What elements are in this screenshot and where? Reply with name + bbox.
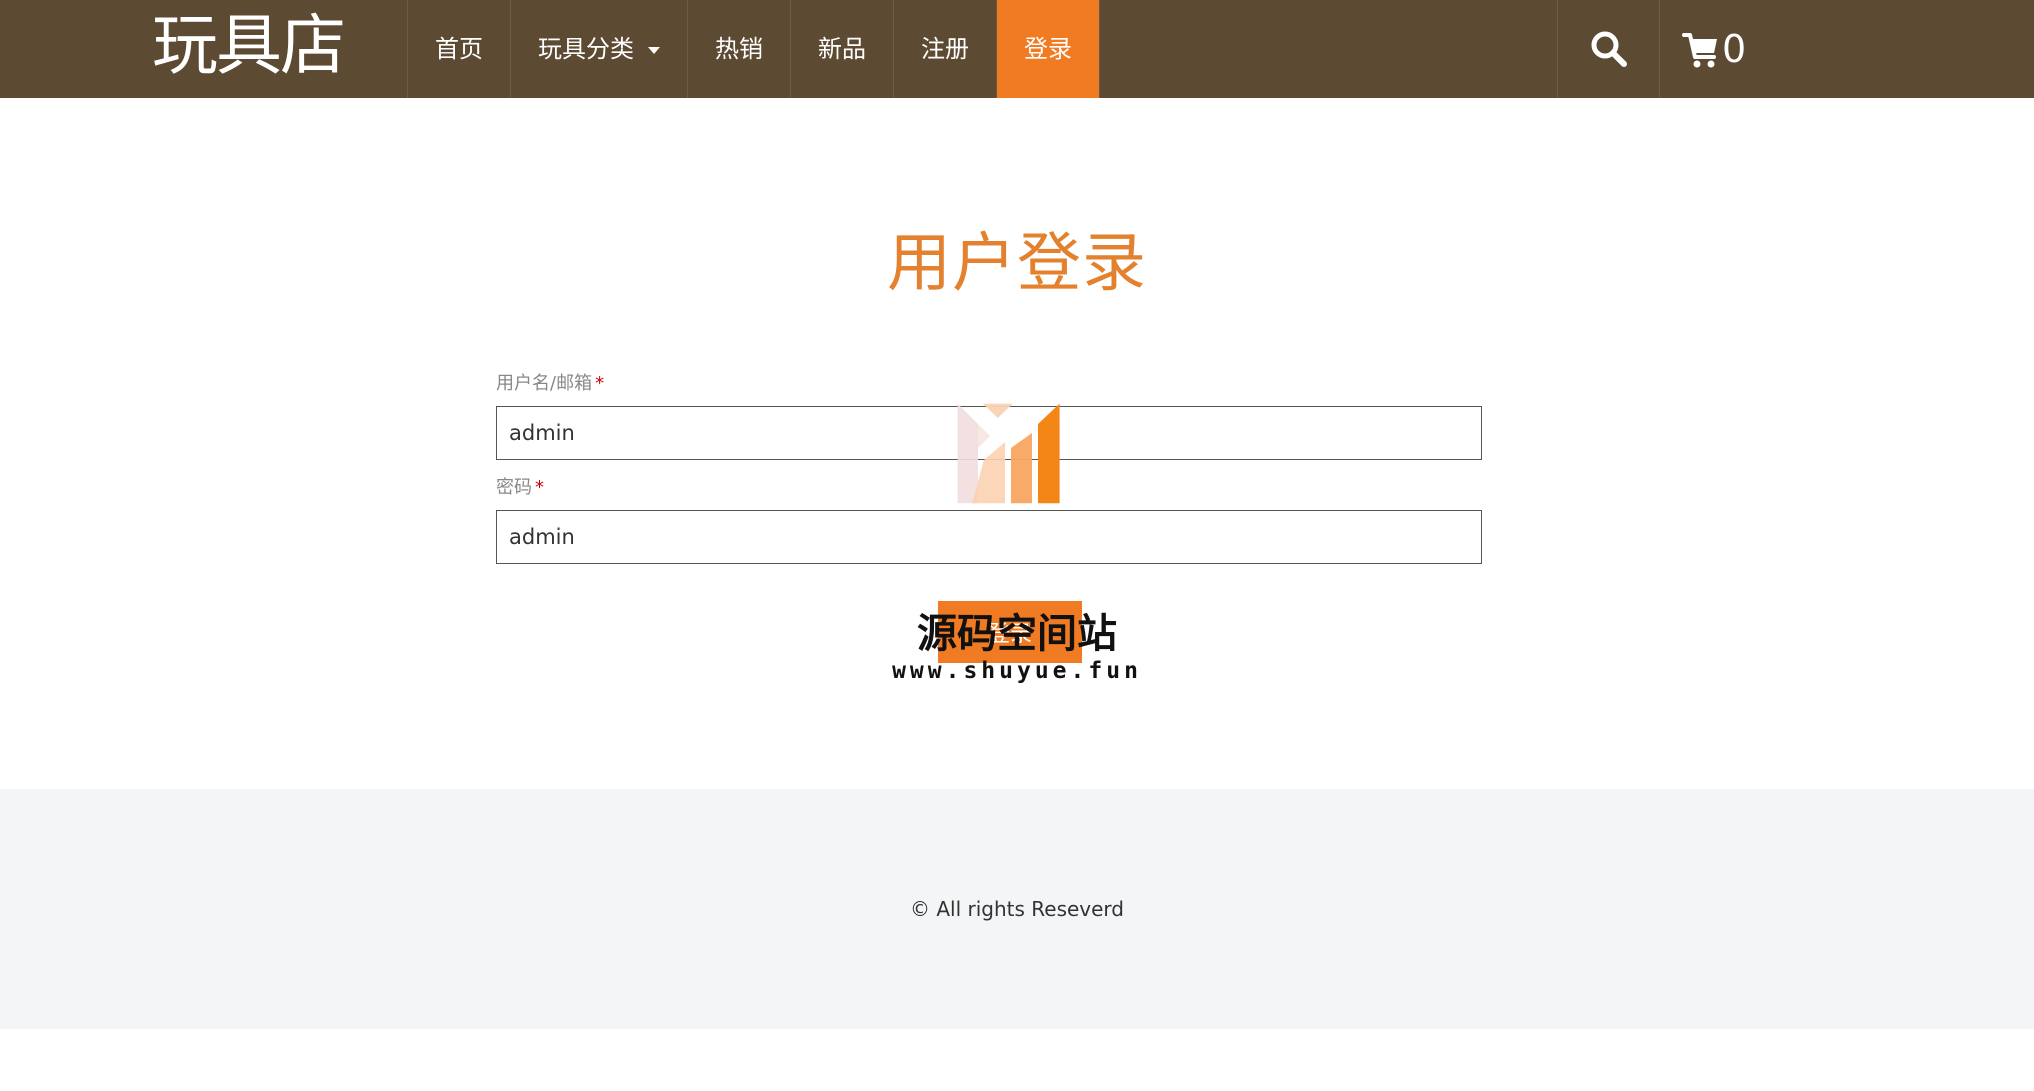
username-label-text: 用户名/邮箱 bbox=[496, 373, 593, 394]
nav-item-register[interactable]: 注册 bbox=[894, 0, 997, 98]
required-mark: * bbox=[595, 373, 605, 394]
nav-item-categories-label: 玩具分类 bbox=[538, 35, 634, 63]
search-icon bbox=[1591, 31, 1627, 67]
nav-item-new[interactable]: 新品 bbox=[791, 0, 894, 98]
password-label-text: 密码 bbox=[496, 477, 532, 498]
username-label: 用户名/邮箱 * bbox=[496, 372, 1482, 396]
nav-item-categories[interactable]: 玩具分类 bbox=[511, 0, 688, 98]
search-button[interactable] bbox=[1558, 0, 1660, 98]
cart-icon bbox=[1682, 33, 1717, 68]
main-nav: 首页 玩具分类 热销 新品 注册 登录 bbox=[407, 0, 1100, 98]
watermark-title: 源码空间站 bbox=[917, 611, 1117, 657]
watermark-logo bbox=[957, 403, 1060, 504]
page-title: 用户登录 bbox=[887, 227, 1147, 301]
required-mark: * bbox=[535, 477, 544, 498]
cart-count: 0 bbox=[1722, 27, 1747, 71]
copyright-text: © All rights Reseverd bbox=[909, 897, 1124, 921]
top-navbar: 玩具店 首页 玩具分类 热销 新品 注册 登录 0 bbox=[0, 0, 2034, 98]
brand-logo[interactable]: 玩具店 bbox=[152, 0, 346, 98]
watermark-url: www.shuyue.fun bbox=[892, 658, 1142, 684]
footer: © All rights Reseverd bbox=[0, 789, 2034, 1029]
cart-button[interactable]: 0 bbox=[1660, 0, 1768, 98]
nav-item-hot[interactable]: 热销 bbox=[688, 0, 791, 98]
nav-item-login[interactable]: 登录 bbox=[997, 0, 1100, 98]
nav-item-home[interactable]: 首页 bbox=[408, 0, 511, 98]
caret-down-icon bbox=[648, 46, 660, 54]
nav-actions: 0 bbox=[1557, 0, 1768, 98]
